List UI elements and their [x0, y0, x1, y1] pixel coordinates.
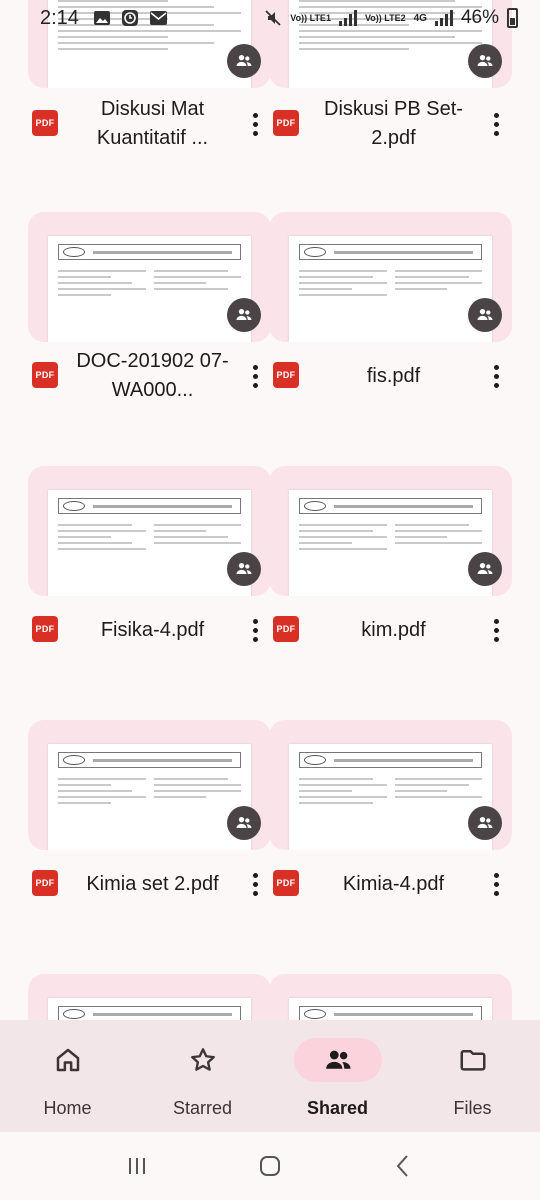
file-name: Diskusi Mat Kuantitatif ... [96, 98, 209, 149]
signal-sim2-icon [434, 10, 453, 26]
shared-people-icon [227, 806, 261, 840]
document-preview [289, 236, 492, 342]
more-options-icon[interactable] [241, 360, 269, 392]
folder-icon [460, 1050, 485, 1071]
shared-people-icon [468, 44, 502, 78]
bottom-navigation: Home Starred Shared Files [0, 1020, 540, 1132]
file-name: DOC-201902 07-WA000... [76, 350, 229, 401]
document-preview [48, 744, 251, 850]
file-thumbnail[interactable] [269, 212, 512, 342]
document-preview [48, 490, 251, 596]
system-navigation-bar [0, 1132, 540, 1200]
document-preview [289, 998, 492, 1020]
file-thumbnail[interactable] [269, 466, 512, 596]
file-meta: PDF kim.pdf [269, 600, 512, 660]
recent-apps-icon[interactable] [124, 1153, 150, 1179]
back-icon[interactable] [390, 1153, 416, 1179]
nav-home-label: Home [43, 1098, 92, 1118]
clock: 2:14 [40, 6, 79, 29]
more-options-icon[interactable] [482, 360, 510, 392]
nav-shared-label: Shared [306, 1098, 369, 1118]
file-meta: PDF fis.pdf [269, 346, 512, 406]
home-button-icon[interactable] [257, 1153, 283, 1179]
pdf-file-icon: PDF [32, 616, 58, 642]
file-meta: PDF Fisika-4.pdf [28, 600, 271, 660]
pdf-file-icon: PDF [273, 870, 299, 896]
mail-notification-icon [149, 11, 167, 25]
more-options-icon[interactable] [482, 868, 510, 900]
file-name: Fisika-4.pdf [100, 618, 205, 641]
more-options-icon[interactable] [241, 868, 269, 900]
nav-files-label: Files [453, 1098, 492, 1118]
more-options-icon[interactable] [241, 614, 269, 646]
nav-home[interactable]: Home [0, 1020, 135, 1132]
home-icon [56, 1048, 79, 1072]
document-preview [289, 744, 492, 850]
shared-people-icon [468, 552, 502, 586]
document-preview [48, 998, 251, 1020]
file-meta: PDF DOC-201902 07-WA000... [28, 346, 271, 406]
network-sim2: Vo)) LTE2 [364, 12, 406, 23]
nav-starred[interactable]: Starred [135, 1020, 270, 1132]
network-sim1: Vo)) LTE1 [290, 12, 331, 23]
pdf-file-icon: PDF [32, 870, 58, 896]
pdf-file-icon: PDF [273, 362, 299, 388]
file-meta: PDF Diskusi Mat Kuantitatif ... [28, 94, 271, 154]
shared-people-icon [227, 552, 261, 586]
file-meta: PDF Kimia set 2.pdf [28, 854, 271, 914]
file-name: Kimia set 2.pdf [86, 872, 219, 895]
file-thumbnail[interactable] [28, 212, 271, 342]
nav-starred-label: Starred [172, 1098, 233, 1118]
people-icon [325, 1050, 350, 1069]
file-thumbnail[interactable] [28, 720, 271, 850]
gallery-notification-icon [93, 11, 110, 25]
shared-people-icon [468, 806, 502, 840]
mute-icon [265, 10, 281, 26]
file-thumbnail[interactable] [28, 974, 271, 1020]
battery-percent: 46% [460, 7, 499, 28]
signal-sim1-icon [338, 10, 357, 26]
shared-people-icon [468, 298, 502, 332]
file-thumbnail[interactable] [28, 466, 271, 596]
star-icon [190, 1048, 215, 1071]
file-thumbnail[interactable] [269, 974, 512, 1020]
pdf-file-icon: PDF [32, 110, 58, 136]
battery-icon [507, 8, 518, 28]
file-meta: PDF Kimia-4.pdf [269, 854, 512, 914]
file-name: Diskusi PB Set-2.pdf [324, 98, 463, 149]
file-thumbnail[interactable] [269, 720, 512, 850]
status-bar: 2:14 Vo)) LTE1 Vo)) LTE2 4G 46% [0, 0, 540, 36]
shared-people-icon [227, 44, 261, 78]
file-name: Kimia-4.pdf [342, 872, 445, 895]
network-type: 4G [413, 12, 427, 24]
more-options-icon[interactable] [241, 108, 269, 140]
pdf-file-icon: PDF [273, 110, 299, 136]
shared-people-icon [227, 298, 261, 332]
pdf-file-icon: PDF [32, 362, 58, 388]
nav-files[interactable]: Files [405, 1020, 540, 1132]
file-meta: PDF Diskusi PB Set-2.pdf [269, 94, 512, 154]
more-options-icon[interactable] [482, 614, 510, 646]
pdf-file-icon: PDF [273, 616, 299, 642]
more-options-icon[interactable] [482, 108, 510, 140]
clock-notification-icon [121, 10, 138, 26]
document-preview [48, 236, 251, 342]
document-preview [289, 490, 492, 596]
shared-files-grid: PDF Diskusi Mat Kuantitatif ... PDF Disk… [0, 0, 540, 1020]
file-name: kim.pdf [361, 618, 426, 641]
file-name: fis.pdf [366, 364, 421, 387]
nav-shared[interactable]: Shared [270, 1020, 405, 1132]
